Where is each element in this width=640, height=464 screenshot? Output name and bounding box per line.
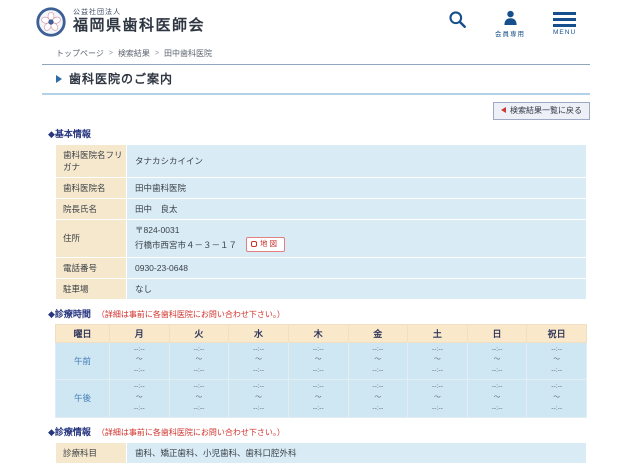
schedule-row: 午前--:--～--:----:--～--:----:--～--:----:--… xyxy=(56,342,587,380)
table-row: 駐車場 なし xyxy=(56,278,587,299)
schedule-column-header: 祝日 xyxy=(527,324,587,342)
breadcrumb-search-results-link[interactable]: 検索結果 xyxy=(118,48,150,59)
schedule-column-header: 金 xyxy=(348,324,408,342)
schedule-column-header: 日 xyxy=(467,324,527,342)
search-button[interactable] xyxy=(448,10,467,29)
site-header: 公益社団法人 福岡県歯科医師会 会員専用 MENU xyxy=(0,0,640,46)
schedule-cell: --:--～--:-- xyxy=(408,342,468,380)
back-to-results-button[interactable]: 検索結果一覧に戻る xyxy=(493,102,590,120)
schedule-cell: --:--～--:-- xyxy=(408,380,468,418)
page-title-bar: 歯科医院のご案内 xyxy=(42,64,590,95)
brand-name: 福岡県歯科医師会 xyxy=(73,17,205,34)
basic-info-table: 歯科医院名フリガナ タナカシカイイン 歯科医院名 田中歯科医院 院長氏名 田中 … xyxy=(55,144,587,300)
hamburger-icon xyxy=(553,10,576,27)
basic-info-heading-text: ◆基本情報 xyxy=(48,127,91,140)
row-value: タナカシカイイン xyxy=(127,144,587,177)
row-label: 診療科目 xyxy=(56,442,127,463)
breadcrumb-home-link[interactable]: トップページ xyxy=(56,48,104,59)
schedule-cell: --:--～--:-- xyxy=(527,342,587,380)
row-label: 院長氏名 xyxy=(56,198,127,219)
breadcrumb-separator: > xyxy=(109,50,113,57)
schedule-cell: --:--～--:-- xyxy=(348,342,408,380)
map-button-label: 地図 xyxy=(260,238,279,250)
header-icons: 会員専用 MENU xyxy=(448,10,576,38)
hours-heading: ◆診療時間 （詳細は事前に各歯科医院にお問い合わせ下さい。） xyxy=(48,307,590,320)
table-row: 電話番号 0930-23-0648 xyxy=(56,257,587,278)
treatment-table: 診療科目 歯科、矯正歯科、小児歯科、歯科口腔外科 xyxy=(55,442,587,464)
breadcrumb-separator: > xyxy=(155,50,159,57)
table-row: 診療科目 歯科、矯正歯科、小児歯科、歯科口腔外科 xyxy=(56,442,587,463)
brand-logo-link[interactable]: 公益社団法人 福岡県歯科医師会 xyxy=(36,7,205,37)
schedule-cell: --:--～--:-- xyxy=(110,342,170,380)
member-area-button[interactable]: 会員専用 xyxy=(495,10,525,38)
address-value: 〒824-0031 行橋市西宮市４－３－１７地図 xyxy=(127,219,587,257)
schedule-header-row: 曜日月火水木金土日祝日 xyxy=(56,324,587,342)
schedule-row: 午後--:--～--:----:--～--:----:--～--:----:--… xyxy=(56,380,587,418)
hours-heading-text: ◆診療時間 xyxy=(48,307,91,320)
map-button[interactable]: 地図 xyxy=(246,237,285,252)
treatment-heading: ◆診療情報 （詳細は事前に各歯科医院にお問い合わせ下さい。） xyxy=(48,425,590,438)
map-pin-icon xyxy=(251,241,257,247)
schedule-table: 曜日月火水木金土日祝日 午前--:--～--:----:--～--:----:-… xyxy=(55,324,587,418)
schedule-cell: --:--～--:-- xyxy=(169,342,229,380)
menu-label: MENU xyxy=(553,29,576,36)
row-label: 駐車場 xyxy=(56,278,127,299)
row-value: なし xyxy=(127,278,587,299)
schedule-cell: --:--～--:-- xyxy=(110,380,170,418)
schedule-column-header: 水 xyxy=(229,324,289,342)
member-area-label: 会員専用 xyxy=(495,28,525,38)
schedule-cell: --:--～--:-- xyxy=(169,380,229,418)
schedule-cell: --:--～--:-- xyxy=(467,380,527,418)
back-button-label: 検索結果一覧に戻る xyxy=(510,105,582,116)
schedule-row-label: 午後 xyxy=(56,380,110,418)
schedule-column-header: 木 xyxy=(288,324,348,342)
title-arrow-icon xyxy=(56,75,62,83)
schedule-cell: --:--～--:-- xyxy=(348,380,408,418)
schedule-cell: --:--～--:-- xyxy=(229,380,289,418)
search-icon xyxy=(448,10,467,29)
breadcrumb: トップページ > 検索結果 > 田中歯科医院 xyxy=(56,48,600,59)
table-row: 住所 〒824-0031 行橋市西宮市４－３－１７地図 xyxy=(56,219,587,257)
schedule-body: 午前--:--～--:----:--～--:----:--～--:----:--… xyxy=(56,342,587,417)
schedule-row-label: 午前 xyxy=(56,342,110,380)
schedule-cell: --:--～--:-- xyxy=(288,380,348,418)
postal-code: 〒824-0031 xyxy=(135,224,578,237)
person-icon xyxy=(503,10,518,26)
row-value: 歯科、矯正歯科、小児歯科、歯科口腔外科 xyxy=(127,442,587,463)
row-label: 歯科医院名 xyxy=(56,177,127,198)
row-value: 0930-23-0648 xyxy=(127,257,587,278)
row-value: 田中歯科医院 xyxy=(127,177,587,198)
back-arrow-icon xyxy=(501,107,506,113)
schedule-cell: --:--～--:-- xyxy=(527,380,587,418)
basic-info-heading: ◆基本情報 xyxy=(48,127,590,140)
schedule-column-header: 曜日 xyxy=(56,324,110,342)
back-button-row: 検索結果一覧に戻る xyxy=(0,100,590,120)
hours-note: （詳細は事前に各歯科医院にお問い合わせ下さい。） xyxy=(97,309,285,320)
schedule-column-header: 火 xyxy=(169,324,229,342)
row-label: 電話番号 xyxy=(56,257,127,278)
schedule-column-header: 月 xyxy=(110,324,170,342)
address-line: 行橋市西宮市４－３－１７地図 xyxy=(135,237,578,252)
schedule-cell: --:--～--:-- xyxy=(288,342,348,380)
schedule-column-header: 土 xyxy=(408,324,468,342)
schedule-cell: --:--～--:-- xyxy=(229,342,289,380)
breadcrumb-current-page: 田中歯科医院 xyxy=(164,48,212,59)
treatment-heading-text: ◆診療情報 xyxy=(48,425,91,438)
table-row: 歯科医院名フリガナ タナカシカイイン xyxy=(56,144,587,177)
row-value: 田中 良太 xyxy=(127,198,587,219)
treatment-note: （詳細は事前に各歯科医院にお問い合わせ下さい。） xyxy=(97,427,285,438)
row-label: 歯科医院名フリガナ xyxy=(56,144,127,177)
association-logo-icon xyxy=(36,7,66,37)
table-row: 歯科医院名 田中歯科医院 xyxy=(56,177,587,198)
page-title: 歯科医院のご案内 xyxy=(69,70,173,87)
row-label: 住所 xyxy=(56,219,127,257)
table-row: 院長氏名 田中 良太 xyxy=(56,198,587,219)
menu-button[interactable]: MENU xyxy=(553,10,576,36)
schedule-cell: --:--～--:-- xyxy=(467,342,527,380)
brand-text: 公益社団法人 福岡県歯科医師会 xyxy=(73,9,205,34)
